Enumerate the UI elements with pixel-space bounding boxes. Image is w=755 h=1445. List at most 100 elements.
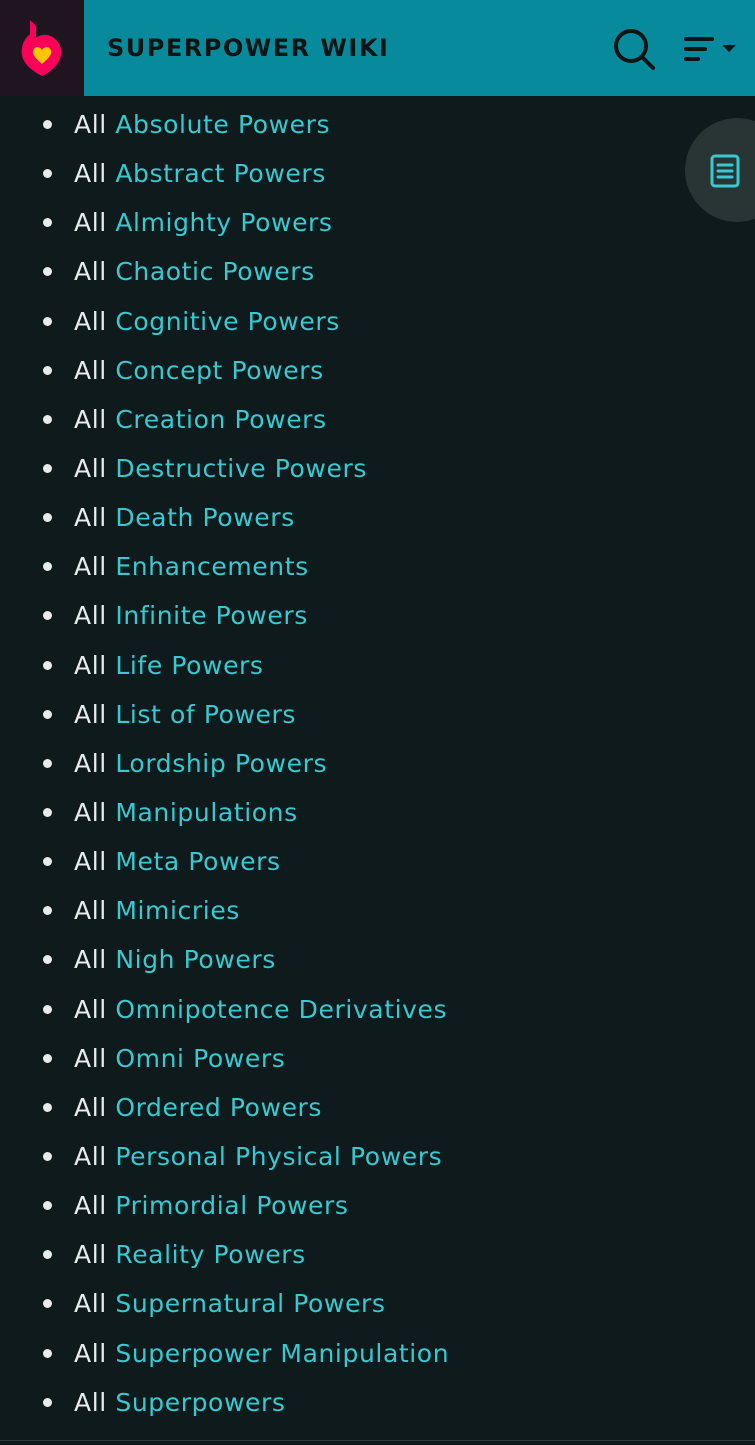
bullet xyxy=(43,513,52,523)
powers-list: All Absolute Powers All Abstract Powers … xyxy=(0,100,449,1427)
bullet xyxy=(43,1102,52,1112)
divider xyxy=(0,1440,755,1441)
bullet xyxy=(43,463,52,473)
list-item: All Superpowers xyxy=(0,1378,449,1427)
bullet xyxy=(43,807,52,817)
item-link[interactable]: Infinite Powers xyxy=(115,601,308,630)
item-link[interactable]: Reality Powers xyxy=(115,1240,305,1269)
list-item: All Ordered Powers xyxy=(0,1083,449,1132)
item-prefix: All xyxy=(74,1043,116,1073)
bullet xyxy=(43,758,52,768)
bullet xyxy=(43,906,52,916)
bullet xyxy=(43,365,52,375)
item-link[interactable]: Mimicries xyxy=(115,896,240,925)
item-prefix: All xyxy=(74,1191,116,1221)
bullet xyxy=(43,316,52,326)
list-item: All Primordial Powers xyxy=(0,1181,449,1230)
list-item: All Omnipotence Derivatives xyxy=(0,985,449,1034)
item-prefix: All xyxy=(74,110,116,139)
bullet xyxy=(43,1053,52,1063)
item-prefix: All xyxy=(74,896,116,926)
item-link[interactable]: Absolute Powers xyxy=(115,110,330,139)
item-prefix: All xyxy=(74,404,116,434)
item-link[interactable]: Primordial Powers xyxy=(115,1191,348,1220)
item-link[interactable]: Ordered Powers xyxy=(115,1093,322,1122)
list-item: All Supernatural Powers xyxy=(0,1279,449,1328)
list-item: All Absolute Powers xyxy=(0,100,449,149)
item-prefix: All xyxy=(74,994,116,1024)
item-prefix: All xyxy=(74,453,116,483)
item-prefix: All xyxy=(74,208,116,238)
item-prefix: All xyxy=(74,847,116,877)
list-item: All Meta Powers xyxy=(0,837,449,886)
item-link[interactable]: Abstract Powers xyxy=(115,159,326,188)
bullet xyxy=(43,169,52,179)
item-prefix: All xyxy=(74,650,116,680)
list-item: All Personal Physical Powers xyxy=(0,1132,449,1181)
item-prefix: All xyxy=(74,797,116,827)
list-item: All Chaotic Powers xyxy=(0,247,449,296)
item-link[interactable]: Cognitive Powers xyxy=(115,307,340,336)
item-prefix: All xyxy=(74,552,116,582)
table-of-contents-button[interactable] xyxy=(685,118,755,222)
fandom-heart-flame-icon xyxy=(21,20,62,76)
bullet xyxy=(43,1348,52,1358)
site-header: SUPERPOWER WIKI xyxy=(0,0,755,96)
item-link[interactable]: Life Powers xyxy=(115,651,263,680)
item-link[interactable]: Superpowers xyxy=(115,1388,285,1417)
fandom-logo[interactable] xyxy=(0,0,84,96)
site-title[interactable]: SUPERPOWER WIKI xyxy=(107,31,389,65)
item-link[interactable]: Lordship Powers xyxy=(115,749,327,778)
item-prefix: All xyxy=(74,1338,116,1368)
bullet xyxy=(43,857,52,867)
bullet xyxy=(43,1004,52,1014)
item-link[interactable]: Death Powers xyxy=(115,503,294,532)
menu-button[interactable] xyxy=(681,32,741,66)
item-link[interactable]: Omnipotence Derivatives xyxy=(115,995,447,1024)
item-prefix: All xyxy=(74,1092,116,1122)
bullet xyxy=(43,955,52,965)
list-item: All Almighty Powers xyxy=(0,198,449,247)
list-item: All Mimicries xyxy=(0,886,449,935)
item-link[interactable]: Destructive Powers xyxy=(115,454,367,483)
list-item: All Nigh Powers xyxy=(0,935,449,984)
list-item: All Creation Powers xyxy=(0,395,449,444)
list-item: All Enhancements xyxy=(0,542,449,591)
item-prefix: All xyxy=(74,945,116,975)
item-link[interactable]: Nigh Powers xyxy=(115,945,276,974)
item-link[interactable]: Enhancements xyxy=(115,552,308,581)
item-link[interactable]: Omni Powers xyxy=(115,1044,285,1073)
item-prefix: All xyxy=(74,1240,116,1270)
list-item: All Infinite Powers xyxy=(0,591,449,640)
bullet xyxy=(43,120,52,129)
item-link[interactable]: Meta Powers xyxy=(115,847,280,876)
item-prefix: All xyxy=(74,1387,116,1417)
search-icon xyxy=(614,29,655,70)
item-prefix: All xyxy=(74,503,116,533)
list-item: All List of Powers xyxy=(0,690,449,739)
item-prefix: All xyxy=(74,1141,116,1171)
bullet xyxy=(43,267,52,277)
item-link[interactable]: Personal Physical Powers xyxy=(115,1142,442,1171)
item-prefix: All xyxy=(74,306,116,336)
bullet xyxy=(43,218,52,228)
item-link[interactable]: Chaotic Powers xyxy=(115,257,314,286)
menu-dropdown-icon xyxy=(684,37,736,61)
item-prefix: All xyxy=(74,257,116,287)
bullet xyxy=(43,1201,52,1211)
list-item: All Cognitive Powers xyxy=(0,297,449,346)
item-link[interactable]: List of Powers xyxy=(115,700,296,729)
item-prefix: All xyxy=(74,699,116,729)
item-link[interactable]: Creation Powers xyxy=(115,405,326,434)
list-item: All Reality Powers xyxy=(0,1230,449,1279)
list-item: All Concept Powers xyxy=(0,346,449,395)
item-link[interactable]: Almighty Powers xyxy=(115,208,332,237)
item-link[interactable]: Superpower Manipulation xyxy=(115,1339,449,1368)
item-prefix: All xyxy=(74,748,116,778)
item-link[interactable]: Supernatural Powers xyxy=(115,1289,385,1318)
item-link[interactable]: Concept Powers xyxy=(115,356,323,385)
item-link[interactable]: Manipulations xyxy=(115,798,297,827)
list-item: All Manipulations xyxy=(0,788,449,837)
bullet xyxy=(43,414,52,424)
search-button[interactable] xyxy=(611,26,657,72)
